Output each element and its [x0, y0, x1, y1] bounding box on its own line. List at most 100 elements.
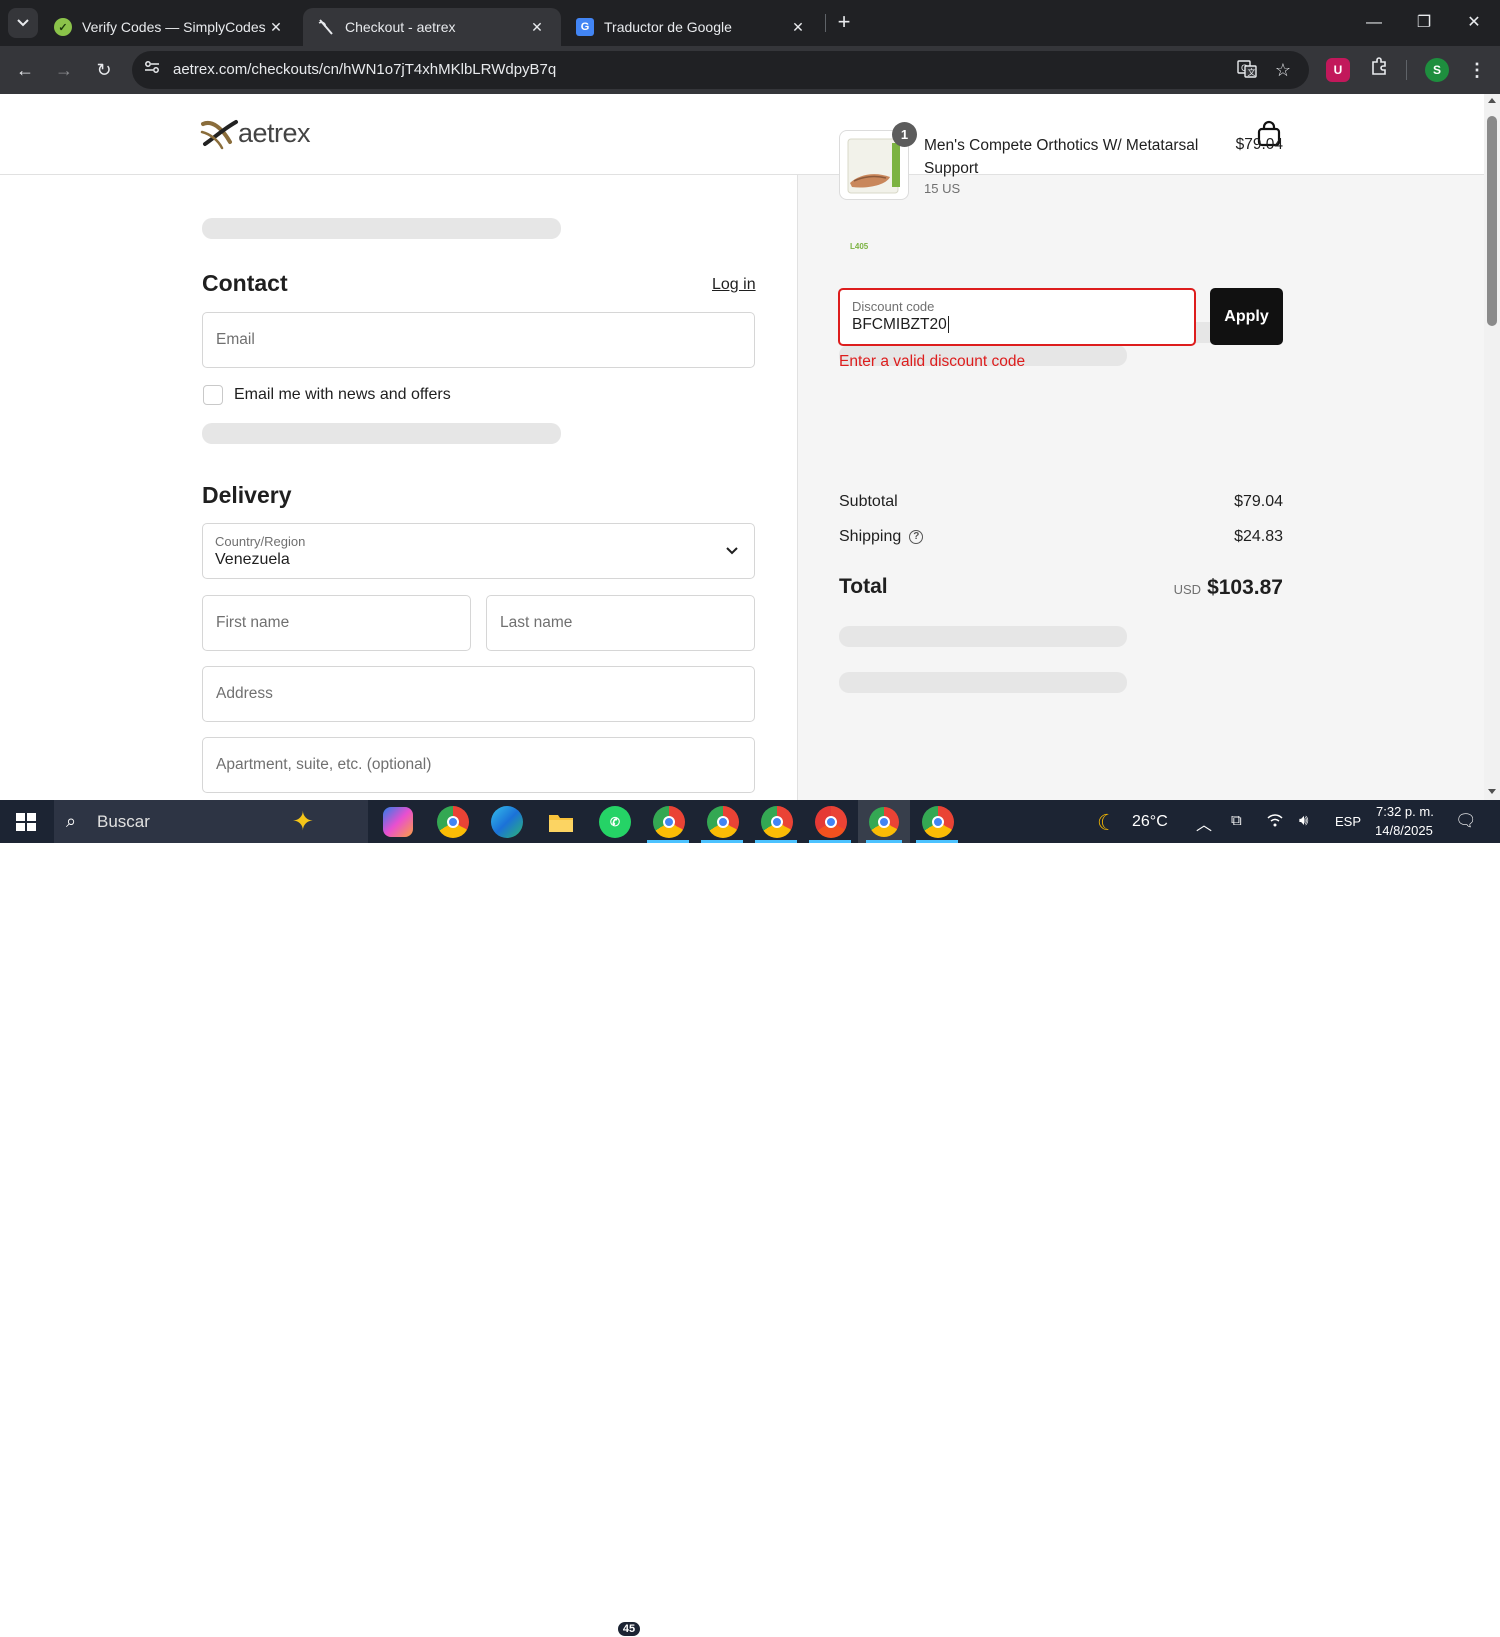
apartment-field[interactable]: Apartment, suite, etc. (optional) — [202, 737, 755, 793]
aetrex-logo-mark-icon — [200, 120, 238, 150]
whatsapp-notification-badge: 45 — [617, 1621, 641, 1637]
clock-time[interactable]: 7:32 p. m. — [1376, 804, 1434, 819]
discount-error-message: Enter a valid discount code — [839, 353, 1026, 370]
quantity-badge: 1 — [892, 122, 917, 147]
new-tab-button[interactable]: + — [832, 10, 856, 34]
site-header: aetrex — [0, 94, 1484, 175]
chrome-profile-icon[interactable] — [815, 806, 847, 838]
chrome-active-window[interactable] — [858, 800, 910, 843]
chrome-profile-icon[interactable] — [707, 806, 739, 838]
discount-code-input[interactable]: BFCMIBZT20 — [852, 316, 949, 334]
profile-avatar[interactable]: S — [1425, 58, 1449, 82]
checkout-page: aetrex Contact Log in Email Email me wit… — [0, 94, 1484, 800]
reload-button[interactable]: ↻ — [90, 56, 118, 84]
product-name: Men's Compete Orthotics W/ Metatarsal Su… — [924, 137, 1199, 177]
total-label: Total — [839, 575, 888, 598]
order-summary-panel — [797, 175, 1484, 800]
volume-speaker-icon[interactable]: 🔊︎ — [1299, 812, 1308, 829]
country-select[interactable]: Country/Region Venezuela — [202, 523, 755, 579]
aetrex-favicon-icon — [317, 18, 335, 36]
logo-text: aetrex — [238, 117, 311, 148]
translate-page-icon[interactable]: G文 — [1236, 60, 1258, 80]
taskbar-search-box[interactable]: ⌕ Buscar ✦ — [54, 800, 368, 843]
chevron-down-icon — [726, 547, 738, 555]
shipping-row: Shipping? — [839, 528, 924, 546]
last-name-placeholder: Last name — [500, 614, 573, 631]
scroll-down-arrow-icon[interactable] — [1488, 789, 1496, 794]
loading-placeholder — [839, 672, 1127, 693]
whatsapp-app-icon[interactable]: ✆ — [599, 806, 631, 838]
tab-simplycodes[interactable]: ✓ Verify Codes — SimplyCodes ✕ — [40, 8, 300, 46]
windows-start-button[interactable] — [16, 813, 36, 831]
simplycodes-favicon-icon: ✓ — [54, 18, 72, 36]
tab-search-button[interactable] — [8, 8, 38, 38]
chrome-menu-button[interactable]: ⋮ — [1463, 56, 1491, 84]
close-tab-icon[interactable]: ✕ — [266, 19, 286, 36]
edge-app-icon[interactable] — [491, 806, 523, 838]
text-caret — [947, 316, 949, 334]
product-price: $79.04 — [1235, 136, 1283, 153]
forward-button[interactable]: → — [50, 56, 78, 84]
chevron-down-icon — [17, 19, 29, 27]
search-icon: ⌕ — [66, 811, 77, 831]
subtotal-label: Subtotal — [839, 493, 898, 510]
extensions-puzzle-icon[interactable] — [1365, 56, 1393, 84]
help-circle-icon[interactable]: ? — [909, 529, 924, 544]
notifications-icon[interactable]: 🗨︎ — [1455, 811, 1477, 831]
contact-heading: Contact — [202, 270, 288, 296]
back-button[interactable]: ← — [11, 56, 39, 84]
chrome-app-icon[interactable] — [437, 806, 469, 838]
minimize-button[interactable]: — — [1351, 8, 1397, 38]
bookmark-star-icon[interactable]: ☆ — [1272, 60, 1294, 80]
address-bar[interactable]: aetrex.com/checkouts/cn/hWN1o7jT4xhMKlbL… — [132, 51, 1309, 89]
shipping-label: Shipping — [839, 528, 902, 545]
total-currency: USD — [1173, 582, 1202, 597]
scroll-up-arrow-icon[interactable] — [1488, 98, 1496, 103]
weather-temperature[interactable]: 26°C — [1132, 813, 1168, 831]
first-name-field[interactable]: First name — [202, 595, 471, 651]
chrome-profile-icon[interactable] — [761, 806, 793, 838]
chrome-profile-icon[interactable] — [922, 806, 954, 838]
address-field[interactable]: Address — [202, 666, 755, 722]
copilot-sparkle-icon: ✦ — [292, 806, 314, 836]
toolbar-divider — [1406, 60, 1407, 80]
file-explorer-icon[interactable] — [545, 806, 577, 838]
svg-text:文: 文 — [1248, 67, 1256, 77]
close-tab-icon[interactable]: ✕ — [527, 19, 547, 36]
first-name-placeholder: First name — [216, 614, 290, 631]
email-placeholder: Email — [216, 331, 255, 348]
weather-moon-icon[interactable]: ☾ — [1097, 810, 1117, 836]
aetrex-logo[interactable]: aetrex — [200, 116, 311, 150]
close-tab-icon[interactable]: ✕ — [788, 19, 808, 36]
browser-tab-strip: ✓ Verify Codes — SimplyCodes ✕ Checkout … — [0, 0, 1500, 46]
chrome-profile-icon[interactable] — [653, 806, 685, 838]
show-hidden-icons-chevron-icon[interactable]: ︿ — [1196, 811, 1212, 835]
ublock-extension-icon[interactable]: U — [1326, 58, 1350, 82]
url-text[interactable]: aetrex.com/checkouts/cn/hWN1o7jT4xhMKlbL… — [173, 61, 556, 78]
newsletter-label[interactable]: Email me with news and offers — [234, 386, 451, 404]
restore-button[interactable]: ❐ — [1401, 8, 1447, 38]
discount-code-field[interactable]: Discount code BFCMIBZT20 — [838, 288, 1196, 346]
tab-checkout-aetrex[interactable]: Checkout - aetrex ✕ — [303, 8, 561, 46]
login-link[interactable]: Log in — [712, 276, 756, 294]
meet-now-icon[interactable]: ⧉ — [1231, 812, 1242, 829]
copilot-app-icon[interactable] — [383, 807, 413, 837]
last-name-field[interactable]: Last name — [486, 595, 755, 651]
product-variant: 15 US — [924, 181, 961, 196]
network-wifi-icon[interactable] — [1266, 812, 1284, 832]
loading-placeholder — [839, 626, 1127, 647]
apply-discount-button[interactable]: Apply — [1210, 288, 1283, 345]
scrollbar-thumb[interactable] — [1487, 116, 1497, 326]
close-window-button[interactable]: ✕ — [1451, 8, 1497, 38]
page-scrollbar[interactable] — [1484, 94, 1500, 800]
chrome-app-icon — [869, 806, 899, 837]
apartment-placeholder: Apartment, suite, etc. (optional) — [216, 756, 432, 773]
taskbar-search-label: Buscar — [97, 812, 150, 831]
tab-google-translate[interactable]: G Traductor de Google ✕ — [562, 8, 822, 46]
language-indicator[interactable]: ESP — [1335, 814, 1361, 829]
newsletter-checkbox[interactable] — [203, 385, 223, 405]
tab-title: Checkout - aetrex — [345, 19, 456, 35]
email-field[interactable]: Email — [202, 312, 755, 368]
clock-date[interactable]: 14/8/2025 — [1375, 823, 1433, 838]
site-info-icon[interactable] — [142, 60, 162, 80]
